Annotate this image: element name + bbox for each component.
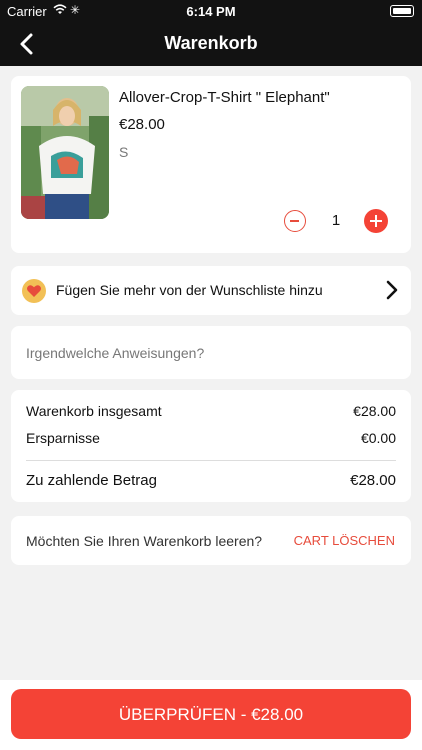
navigation-bar: Warenkorb — [0, 22, 422, 66]
page-title: Warenkorb — [164, 33, 258, 53]
status-time: 6:14 PM — [186, 4, 236, 19]
checkout-button[interactable]: ÜBERPRÜFEN - €28.00 — [11, 689, 411, 739]
summary-row-amount-due: Zu zahlende Betrag €28.00 — [26, 472, 396, 489]
decrease-quantity-button[interactable] — [284, 210, 306, 232]
summary-label: Warenkorb insgesamt — [26, 403, 162, 419]
product-price: €28.00 — [119, 116, 165, 133]
quantity-value: 1 — [331, 212, 341, 229]
clear-cart-card: Möchten Sie Ihren Warenkorb leeren? CART… — [11, 516, 411, 565]
battery-icon — [390, 5, 414, 17]
add-from-wishlist-row[interactable]: Fügen Sie mehr von der Wunschliste hinzu — [11, 266, 411, 315]
instructions-placeholder: Irgendwelche Anweisungen? — [26, 345, 205, 361]
summary-label: Zu zahlende Betrag — [26, 472, 157, 489]
increase-quantity-button[interactable] — [364, 209, 388, 233]
summary-row-savings: Ersparnisse €0.00 — [26, 430, 396, 446]
summary-row-cart-total: Warenkorb insgesamt €28.00 — [26, 403, 396, 419]
order-summary: Warenkorb insgesamt €28.00 Ersparnisse €… — [11, 390, 411, 502]
clear-cart-question: Möchten Sie Ihren Warenkorb leeren? — [26, 533, 263, 549]
summary-value: €28.00 — [350, 472, 396, 489]
instructions-input[interactable]: Irgendwelche Anweisungen? — [11, 326, 411, 379]
chevron-right-icon — [386, 280, 398, 300]
product-image[interactable] — [21, 86, 109, 219]
summary-value: €28.00 — [353, 403, 396, 419]
product-size: S — [119, 144, 129, 160]
product-name[interactable]: Allover-Crop-T-Shirt " Elephant" — [119, 89, 330, 106]
summary-label: Ersparnisse — [26, 430, 100, 446]
heart-icon — [22, 279, 46, 303]
status-bar: Carrier ✳ 6:14 PM — [0, 0, 422, 22]
clear-cart-button[interactable]: CART LÖSCHEN — [294, 533, 395, 548]
summary-value: €0.00 — [360, 430, 396, 446]
cart-item-card: Allover-Crop-T-Shirt " Elephant" €28.00 … — [11, 76, 411, 253]
bottom-bar: ÜBERPRÜFEN - €28.00 — [0, 680, 422, 750]
wishlist-label: Fügen Sie mehr von der Wunschliste hinzu — [56, 282, 323, 298]
divider — [26, 460, 396, 461]
